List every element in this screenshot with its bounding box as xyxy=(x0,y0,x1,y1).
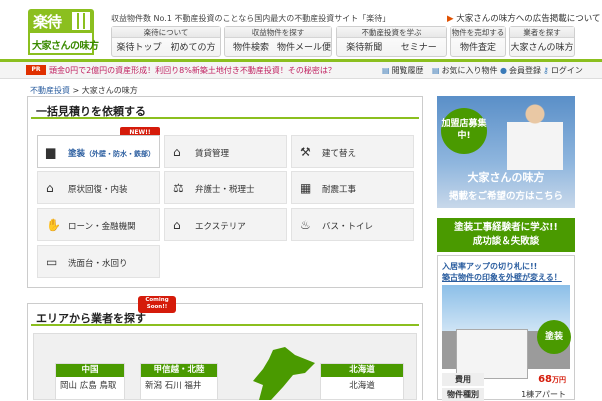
member-recruit-banner[interactable]: 加盟店募集中! 大家さんの味方 掲載をご希望の方はこちら xyxy=(437,96,575,208)
chevron-right-icon: ▶ xyxy=(447,14,454,24)
site-header: 楽待 大家さんの味方 収益物件数 No.1 不動産投資のことなら国内最大の不動産… xyxy=(0,0,602,62)
painting-lessons-banner[interactable]: 塗装工事経験者に学ぶ!! 成功談＆失敗談 xyxy=(437,218,575,252)
service-seismic[interactable]: ▦ 耐震工事 xyxy=(291,171,414,204)
breadcrumb-current: 大家さんの味方 xyxy=(81,86,138,95)
register-link[interactable]: ● 会員登録 xyxy=(500,65,541,76)
nav-group-search: 収益物件を探す 物件検索 物件メール便 xyxy=(224,26,332,57)
nav-first-time[interactable]: 初めての方 xyxy=(166,39,220,57)
brick-icon: ▦ xyxy=(300,181,312,195)
nav-property-appraisal[interactable]: 物件査定 xyxy=(451,39,505,57)
paint-roller-icon: ▆ xyxy=(46,145,56,159)
worker-photo xyxy=(507,100,563,170)
recruit-badge: 加盟店募集中! xyxy=(441,108,487,154)
nav-news[interactable]: 楽待新聞 xyxy=(337,39,392,57)
nav-group-sell: 物件を売却する 物件査定 xyxy=(450,26,506,57)
key-icon: ⚷ xyxy=(543,66,549,75)
house-icon: ⌂ xyxy=(173,145,181,159)
service-exterior[interactable]: ⌂ エクステリア xyxy=(164,208,287,241)
nav-group-vendors: 業者を探す 大家さんの味方 xyxy=(509,26,575,57)
scales-icon: ⚖ xyxy=(173,181,184,195)
coming-soon-badge: Coming Soon!! xyxy=(138,296,176,313)
user-icon: ● xyxy=(500,66,507,75)
breadcrumb-root[interactable]: 不動産投資 xyxy=(30,86,70,95)
history-link[interactable]: ▤ 閲覧履歴 xyxy=(382,65,424,76)
estimate-title: 一括見積りを依頼する xyxy=(31,97,419,119)
service-washbasin[interactable]: ▭ 洗面台・水回り xyxy=(37,245,160,278)
nav-group-learn: 不動産投資を学ぶ 楽待新聞 セミナー xyxy=(336,26,447,57)
pr-ticker: PR 頭金0円で2億円の資産形成！利回り8%新築土地付き不動産投資！その秘密は？… xyxy=(0,62,602,79)
bookmark-icon: ▤ xyxy=(432,66,440,75)
nav-ooya-mikata[interactable]: 大家さんの味方 xyxy=(510,39,574,57)
site-logo[interactable]: 楽待 大家さんの味方 xyxy=(28,9,99,55)
nav-group-about: 楽待について 楽待トップ 初めての方 xyxy=(111,26,221,57)
pr-link[interactable]: 頭金0円で2億円の資産形成！利回り8%新築土地付き不動産投資！その秘密は？ xyxy=(49,65,336,76)
service-lawyer-tax[interactable]: ⚖ 弁護士・税理士 xyxy=(164,171,287,204)
service-restoration[interactable]: ⌂ 原状回復・内装 xyxy=(37,171,160,204)
service-bath-toilet[interactable]: ♨ バス・トイレ xyxy=(291,208,414,241)
favorites-link[interactable]: ▤ お気に入り物件 xyxy=(432,65,498,76)
nav-property-search[interactable]: 物件検索 xyxy=(225,39,277,57)
hokkaido-map-icon xyxy=(253,347,315,400)
painting-badge: 塗装 xyxy=(537,320,571,354)
nav-property-mail[interactable]: 物件メール便 xyxy=(277,39,331,57)
logo-text: 楽待 xyxy=(33,13,62,31)
apartment-photo: 塗装 xyxy=(442,285,571,379)
area-title: エリアから業者を探す xyxy=(31,304,419,326)
logo-subtitle: 大家さんの味方 xyxy=(32,41,99,52)
house-icon: ⌂ xyxy=(173,218,181,232)
cost-row: 費用 68万円 xyxy=(442,373,570,386)
painting-case-banner[interactable]: 入居率アップの切り札に!! 築古物件の印象を外壁が変える！ 塗装 費用 68万円… xyxy=(437,255,575,401)
site-tagline: 収益物件数 No.1 不動産投資のことなら国内最大の不動産投資サイト「楽待」 xyxy=(111,14,391,23)
nav-seminar[interactable]: セミナー xyxy=(392,39,447,57)
handshake-icon: ✋ xyxy=(46,218,61,232)
nav-rakumachi-top[interactable]: 楽待トップ xyxy=(112,39,166,57)
history-icon: ▤ xyxy=(382,66,390,75)
ad-info-link[interactable]: ▶ 大家さんの味方への広告掲載について xyxy=(447,12,601,24)
house-icon: ⌂ xyxy=(46,181,54,195)
building-icon xyxy=(72,12,90,30)
breadcrumb: 不動産投資 > 大家さんの味方 xyxy=(30,86,138,95)
property-type-row: 物件種別 1棟アパート xyxy=(442,388,570,401)
region-hokkaido[interactable]: 北海道 北海道 xyxy=(320,363,404,400)
region-koshinetsu-hokuriku[interactable]: 甲信越・北陸 新潟 石川 福井 xyxy=(140,363,218,400)
sink-icon: ▭ xyxy=(46,255,58,269)
pr-badge: PR xyxy=(26,65,46,75)
login-link[interactable]: ⚷ ログイン xyxy=(543,65,583,76)
demolition-icon: ⚒ xyxy=(300,145,311,159)
service-painting[interactable]: ▆ 塗装（外壁・防水・鉄部） xyxy=(37,135,160,168)
service-rental-management[interactable]: ⌂ 賃貸管理 xyxy=(164,135,287,168)
bathtub-icon: ♨ xyxy=(300,218,311,232)
region-chugoku[interactable]: 中国 岡山 広島 鳥取 xyxy=(55,363,125,400)
service-loan[interactable]: ✋ ローン・金融機関 xyxy=(37,208,160,241)
service-rebuild[interactable]: ⚒ 建て替え xyxy=(291,135,414,168)
